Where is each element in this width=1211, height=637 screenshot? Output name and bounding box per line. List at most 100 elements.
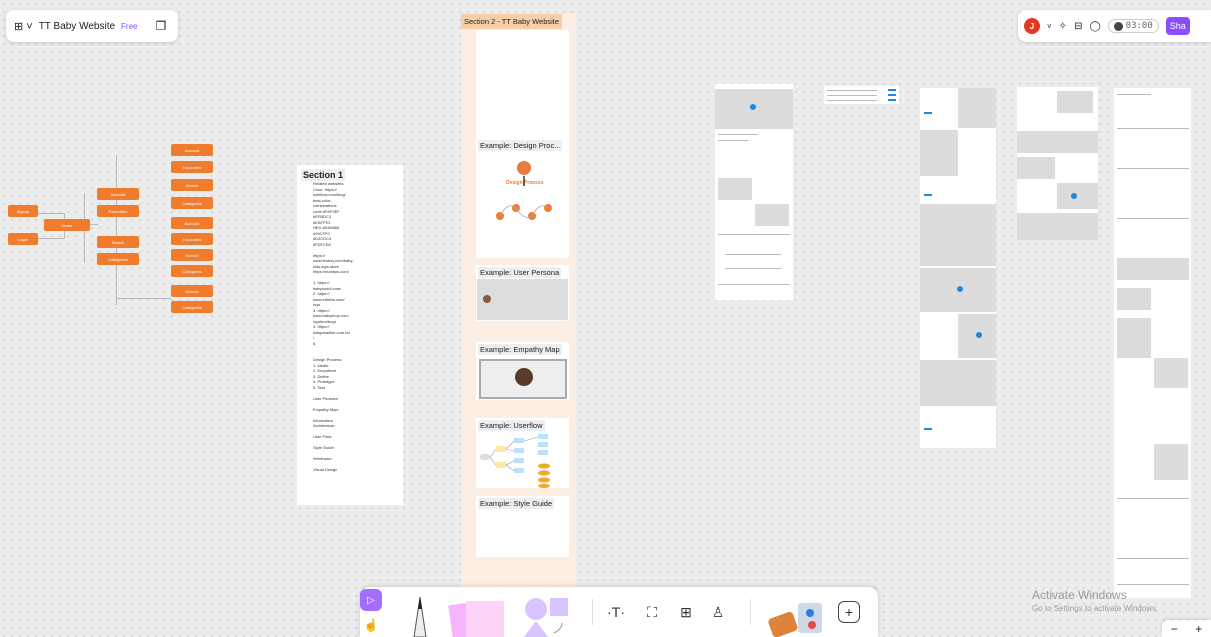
connector: [116, 298, 171, 299]
card-title: Example: Empathy Map: [478, 344, 562, 355]
persona-avatar: [483, 295, 491, 303]
image-block: [1117, 258, 1189, 280]
zoom-in-button[interactable]: +: [1195, 622, 1202, 636]
card-title: Example: User Persona: [478, 267, 562, 278]
node-search[interactable]: Search: [171, 249, 213, 261]
image-block: [1057, 91, 1093, 113]
wireframe-detail[interactable]: [1017, 87, 1098, 240]
select-tool-icon[interactable]: ▷: [360, 589, 382, 611]
wireframe-homepage[interactable]: [715, 84, 793, 300]
card-style-guide[interactable]: Example: Style Guide: [476, 496, 569, 557]
creation-toolbar: ▷ ☝ ·T· ⛶ ⊞ ♙ +: [360, 587, 878, 637]
node-account[interactable]: Account: [97, 188, 139, 200]
node-favourites[interactable]: Favourites: [171, 233, 213, 245]
node-search[interactable]: Search: [171, 285, 213, 297]
divider: [592, 599, 593, 625]
image-block: [1117, 288, 1151, 310]
zoom-controls: − +: [1162, 620, 1211, 637]
text-line: [718, 284, 790, 285]
connector: [36, 238, 64, 239]
layers-icon[interactable]: ❐: [155, 19, 166, 33]
sticky-note-icon[interactable]: [446, 597, 512, 637]
empathy-avatar: [515, 368, 533, 386]
wireframe-product-list[interactable]: [920, 88, 996, 448]
image-block: [718, 178, 752, 200]
image-block: [1017, 131, 1098, 153]
more-tools-button[interactable]: +: [838, 601, 860, 623]
connector: [90, 224, 98, 225]
text-line: [1117, 168, 1189, 169]
watermark-title: Activate Windows: [1032, 588, 1127, 602]
hand-tool-icon[interactable]: ☝: [360, 614, 382, 636]
text-line: [1117, 498, 1189, 499]
collaboration-bar: J ˅ ✧ ⊟ ◯ 03:00 Sha: [1018, 10, 1211, 42]
table-tool-icon[interactable]: ⊞: [674, 601, 698, 623]
image-block: [755, 204, 789, 226]
card-empathy-map[interactable]: Example: Empathy Map: [476, 342, 569, 400]
windows-watermark: Activate Windows Go to Settings to activ…: [1032, 588, 1158, 613]
card-title: Example: Userflow: [478, 420, 545, 431]
card-user-persona[interactable]: Example: User Persona: [476, 265, 569, 321]
node-account[interactable]: Account: [171, 217, 213, 229]
stamp-tool-icon[interactable]: ♙: [706, 601, 730, 623]
chevron-down-icon[interactable]: ˅: [1047, 22, 1052, 31]
main-menu-icon[interactable]: ⊞ ˅: [14, 20, 33, 33]
image-block: [920, 130, 958, 176]
node-categories[interactable]: Categories: [171, 301, 213, 313]
shapes-icon[interactable]: [522, 595, 574, 637]
text-line: [718, 234, 790, 235]
card-design-process[interactable]: Example: Design Proc... Design Process: [476, 138, 569, 258]
text-line: [827, 95, 877, 96]
file-name[interactable]: TT Baby Website: [39, 21, 115, 32]
avatar[interactable]: J: [1024, 18, 1040, 34]
image-block: [920, 360, 996, 406]
text-line: [1117, 218, 1189, 219]
text-tool-icon[interactable]: ·T·: [602, 601, 630, 623]
node-search[interactable]: Search: [97, 236, 139, 248]
plan-badge: Free: [121, 21, 138, 31]
pen-tool-icon[interactable]: [410, 597, 430, 637]
text-line: [725, 268, 781, 269]
wireframe-small[interactable]: [824, 86, 899, 104]
ai-sparkle-icon[interactable]: ✧: [1059, 21, 1067, 32]
layout-icon[interactable]: ⊟: [1074, 21, 1082, 32]
section2-label[interactable]: Section 2 - TT Baby Website: [461, 14, 563, 29]
section1-sheet[interactable]: Section 1 Related websites Color: https:…: [297, 165, 403, 505]
wireframe-style-sheet[interactable]: [1114, 88, 1191, 598]
accent-line: [888, 94, 896, 96]
node-categories[interactable]: Categories: [171, 265, 213, 277]
node-login[interactable]: Login: [8, 233, 38, 245]
node-account[interactable]: Account: [171, 144, 213, 156]
node-favourites[interactable]: Favourites: [171, 161, 213, 173]
node-favourites[interactable]: Favourites: [97, 205, 139, 217]
node-categories[interactable]: Categories: [171, 197, 213, 209]
divider: [750, 599, 751, 625]
blank-card[interactable]: [476, 30, 569, 146]
section2[interactable]: Section 2 - TT Baby Website Example: Des…: [461, 14, 576, 589]
accent-line: [924, 428, 932, 430]
node-signup[interactable]: Signup: [8, 205, 38, 217]
text-line: [718, 134, 758, 135]
image-block: [958, 88, 996, 128]
accent-line: [888, 99, 896, 101]
timer-value: 03:00: [1125, 21, 1153, 31]
timer[interactable]: 03:00: [1107, 19, 1159, 33]
text-line: [827, 90, 877, 91]
node-search[interactable]: Search: [171, 179, 213, 191]
zoom-out-button[interactable]: −: [1171, 622, 1178, 636]
node-categories[interactable]: Categories: [97, 253, 139, 265]
section-tool-icon[interactable]: ⛶: [640, 601, 664, 623]
share-button[interactable]: Sha: [1165, 17, 1190, 35]
image-block: [920, 204, 996, 266]
card-title: Example: Style Guide: [478, 498, 555, 509]
card-title: Example: Design Proc...: [478, 140, 563, 151]
watermark-subtitle: Go to Settings to activate Windows.: [1032, 604, 1159, 613]
file-panel: ⊞ ˅ TT Baby Website Free ❐: [6, 10, 178, 42]
play-icon: [976, 332, 982, 338]
widgets-icon[interactable]: [764, 595, 830, 637]
card-userflow[interactable]: Example: Userflow: [476, 418, 569, 488]
node-home[interactable]: Home: [44, 219, 90, 231]
comment-icon[interactable]: ◯: [1089, 21, 1100, 32]
play-icon: [1071, 193, 1077, 199]
text-line: [1117, 558, 1189, 559]
